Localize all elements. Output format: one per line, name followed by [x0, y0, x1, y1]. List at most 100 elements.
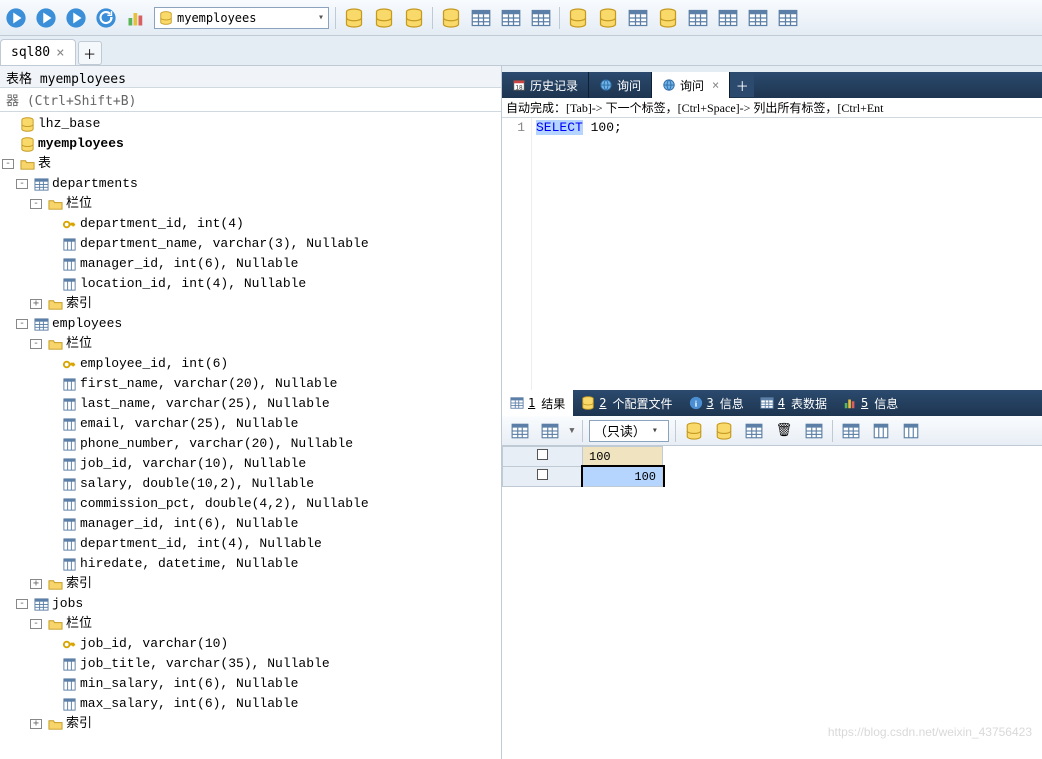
tree-node[interactable]: salary, double(10,2), Nullable [0, 474, 501, 494]
tree-node[interactable]: lhz_base [0, 114, 501, 134]
tb-db-1[interactable] [342, 6, 366, 30]
database-selector[interactable]: myemployees ▾ [154, 7, 329, 29]
tb-tbl-1[interactable] [469, 6, 493, 30]
tree-node[interactable]: department_id, int(4), Nullable [0, 534, 501, 554]
rt-view-grid[interactable] [839, 419, 863, 443]
tree-node[interactable]: job_id, varchar(10) [0, 634, 501, 654]
tb-misc-6[interactable] [716, 6, 740, 30]
tb-tbl-3[interactable] [529, 6, 553, 30]
close-icon[interactable]: × [56, 45, 64, 61]
tb-misc-4[interactable] [656, 6, 680, 30]
rt-btn-3[interactable] [742, 419, 766, 443]
tree-node[interactable]: department_id, int(4) [0, 214, 501, 234]
tree-node[interactable]: -栏位 [0, 614, 501, 634]
connection-tab[interactable]: sql80 × [0, 39, 76, 65]
tree-node[interactable]: min_salary, int(6), Nullable [0, 674, 501, 694]
result-export-icon[interactable] [538, 419, 562, 443]
object-tree[interactable]: lhz_basemyemployees-表-departments-栏位depa… [0, 112, 501, 759]
rt-btn-2[interactable] [712, 419, 736, 443]
query-tab[interactable]: 询问× [652, 72, 730, 98]
rt-view-text[interactable] [899, 419, 923, 443]
tree-label: job_title, varchar(35), Nullable [80, 654, 330, 674]
expand-toggle[interactable]: - [30, 339, 42, 349]
tree-node[interactable]: hiredate, datetime, Nullable [0, 554, 501, 574]
tb-db-3[interactable] [402, 6, 426, 30]
tb-misc-5[interactable] [686, 6, 710, 30]
row-header-checkbox[interactable] [503, 447, 583, 467]
tree-node[interactable]: manager_id, int(6), Nullable [0, 514, 501, 534]
expand-toggle [44, 559, 56, 569]
add-connection-button[interactable]: ＋ [78, 41, 102, 65]
expand-toggle[interactable]: - [16, 599, 28, 609]
tree-node[interactable]: +索引 [0, 294, 501, 314]
query-tab[interactable]: 询问 [589, 72, 652, 98]
editor-code[interactable]: SELECT 100; [532, 118, 1042, 390]
tree-label: first_name, varchar(20), Nullable [80, 374, 337, 394]
tree-node[interactable]: phone_number, varchar(20), Nullable [0, 434, 501, 454]
result-grid-icon[interactable] [508, 419, 532, 443]
expand-toggle[interactable]: - [30, 619, 42, 629]
expand-toggle[interactable]: - [30, 199, 42, 209]
tb-misc-7[interactable] [746, 6, 770, 30]
tree-node[interactable]: job_title, varchar(35), Nullable [0, 654, 501, 674]
rt-btn-1[interactable] [682, 419, 706, 443]
rt-delete-icon[interactable]: 🗑 [772, 419, 796, 443]
run-all-button[interactable] [64, 6, 88, 30]
result-tab[interactable]: 2个配置文件 [573, 390, 680, 416]
tb-db-4[interactable] [439, 6, 463, 30]
expand-toggle[interactable]: - [2, 159, 14, 169]
browser-filter[interactable]: 器 (Ctrl+Shift+B) [0, 88, 501, 112]
expand-toggle[interactable]: - [16, 179, 28, 189]
tree-node[interactable]: +索引 [0, 714, 501, 734]
tree-node[interactable]: +索引 [0, 574, 501, 594]
tree-node[interactable]: manager_id, int(6), Nullable [0, 254, 501, 274]
result-grid[interactable]: 100 100 [502, 446, 1042, 487]
tb-misc-8[interactable] [776, 6, 800, 30]
column-header[interactable]: 100 [583, 447, 663, 467]
col-icon [61, 236, 77, 252]
tree-node[interactable]: max_salary, int(6), Nullable [0, 694, 501, 714]
add-query-tab[interactable]: ＋ [730, 73, 754, 97]
result-toolbar: ▾ （只读）▾ 🗑 [502, 416, 1042, 446]
tree-node[interactable]: location_id, int(4), Nullable [0, 274, 501, 294]
expand-toggle[interactable]: + [30, 719, 42, 729]
rt-btn-5[interactable] [802, 419, 826, 443]
tree-node[interactable]: -departments [0, 174, 501, 194]
tree-node[interactable]: first_name, varchar(20), Nullable [0, 374, 501, 394]
result-cell[interactable]: 100 [583, 467, 663, 487]
tree-node[interactable]: commission_pct, double(4,2), Nullable [0, 494, 501, 514]
tree-node[interactable]: myemployees [0, 134, 501, 154]
tree-node[interactable]: -jobs [0, 594, 501, 614]
tree-node[interactable]: -表 [0, 154, 501, 174]
sql-editor[interactable]: 1 SELECT 100; [502, 118, 1042, 390]
result-tab[interactable]: 4表数据 [752, 390, 835, 416]
tb-misc-1[interactable] [566, 6, 590, 30]
tree-node[interactable]: -employees [0, 314, 501, 334]
tree-node[interactable]: email, varchar(25), Nullable [0, 414, 501, 434]
tree-node[interactable]: -栏位 [0, 194, 501, 214]
tb-db-2[interactable] [372, 6, 396, 30]
run-button[interactable] [4, 6, 28, 30]
query-tab[interactable]: 历史记录 [502, 72, 589, 98]
tb-misc-3[interactable] [626, 6, 650, 30]
refresh-button[interactable] [94, 6, 118, 30]
result-tab[interactable]: 3信息 [681, 390, 752, 416]
expand-toggle[interactable]: + [30, 299, 42, 309]
close-icon[interactable]: × [712, 78, 719, 92]
expand-toggle[interactable]: - [16, 319, 28, 329]
tree-node[interactable]: -栏位 [0, 334, 501, 354]
tb-tbl-2[interactable] [499, 6, 523, 30]
expand-toggle[interactable]: + [30, 579, 42, 589]
chart-button[interactable] [124, 6, 148, 30]
rt-view-form[interactable] [869, 419, 893, 443]
result-tab[interactable]: 1结果 [502, 390, 573, 416]
row-checkbox[interactable] [503, 467, 583, 487]
run-next-button[interactable] [34, 6, 58, 30]
tree-node[interactable]: department_name, varchar(3), Nullable [0, 234, 501, 254]
tree-node[interactable]: last_name, varchar(25), Nullable [0, 394, 501, 414]
tree-node[interactable]: employee_id, int(6) [0, 354, 501, 374]
result-tab[interactable]: 5信息 [835, 390, 906, 416]
readonly-selector[interactable]: （只读）▾ [589, 420, 669, 442]
tree-node[interactable]: job_id, varchar(10), Nullable [0, 454, 501, 474]
tb-misc-2[interactable] [596, 6, 620, 30]
